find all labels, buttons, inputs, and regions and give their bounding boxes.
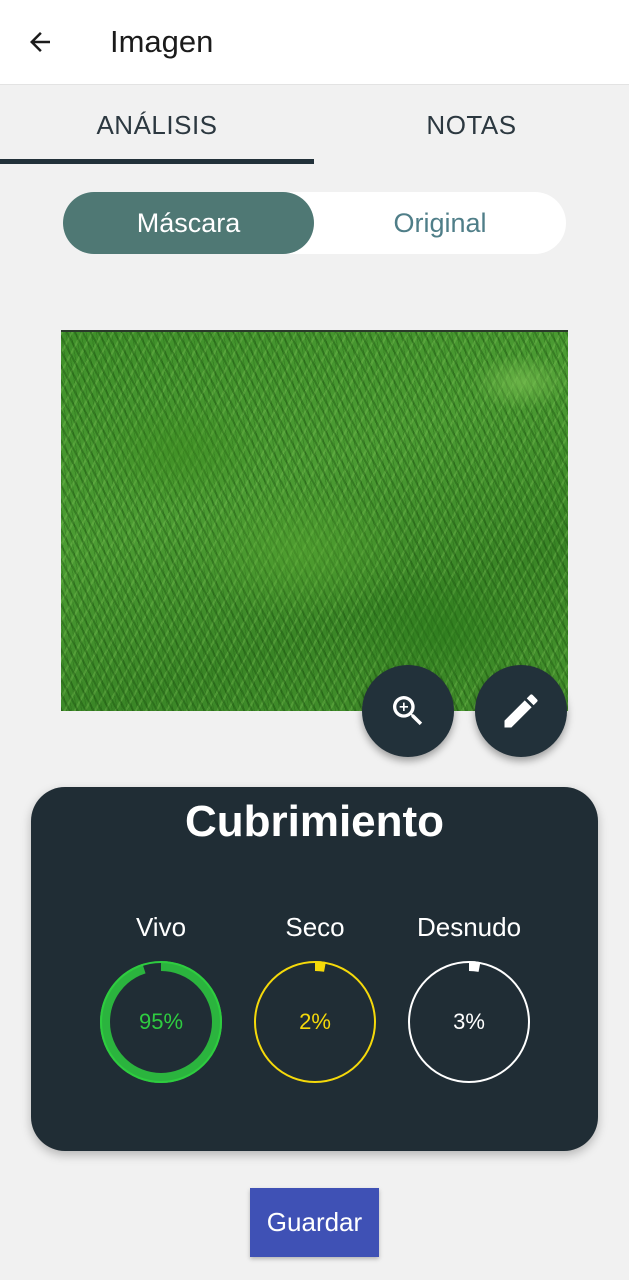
view-toggle: Máscara Original [63,192,566,254]
ring-vivo: 95% [96,957,226,1087]
tab-notas[interactable]: NOTAS [314,85,629,165]
back-button[interactable] [18,20,62,64]
arrow-left-icon [30,32,50,52]
zoom-button[interactable] [362,665,454,757]
metric-value-seco: 2% [299,1009,331,1034]
page-title: Imagen [110,24,214,59]
coverage-card: Cubrimiento Vivo 95% Seco 2% Desnudo 3% [31,787,598,1151]
metric-label-vivo: Vivo [135,912,187,942]
tab-analisis[interactable]: ANÁLISIS [0,85,314,165]
metric-value-vivo: 95% [138,1009,184,1034]
toggle-mascara[interactable]: Máscara [63,192,314,254]
coverage-title: Cubrimiento [184,797,445,846]
zoom-in-icon [393,696,423,726]
tab-indicator [0,159,314,164]
ring-desnudo: 3% [404,957,534,1087]
app-bar: Imagen [0,0,629,85]
save-button[interactable]: Guardar [250,1188,379,1257]
metric-label-desnudo: Desnudo [416,912,522,942]
edit-button[interactable] [475,665,567,757]
ring-seco: 2% [250,957,380,1087]
toggle-original[interactable]: Original [314,192,566,254]
metric-value-desnudo: 3% [453,1009,485,1034]
metric-label-seco: Seco [285,912,345,942]
grass-image [61,330,568,711]
pencil-icon [504,694,538,728]
